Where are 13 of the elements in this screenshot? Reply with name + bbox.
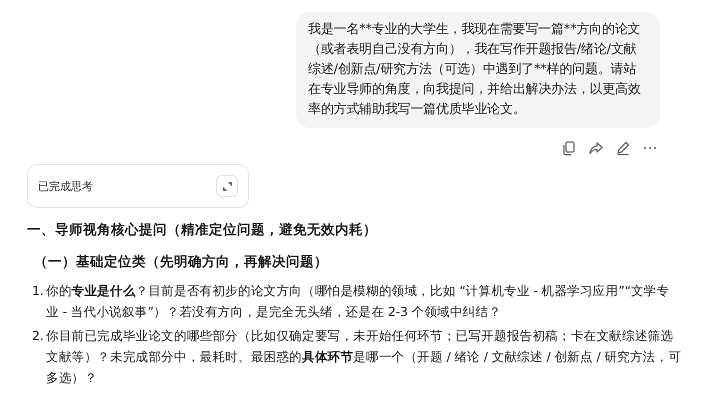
user-message: 我是一名**专业的大学生，我现在需要写一篇**方向的论文（或者表明自己没有方向），我在写作开题报告/绪论/文献综述/创新点/研究方法（可选）中遇到了**样的问题。请站在专业导师的角度，向我提问，并给出解决办法，以更高效率的方式辅助我写一篇优质毕业论文。 <box>296 12 660 128</box>
expand-button[interactable] <box>216 175 238 197</box>
copy-icon[interactable] <box>561 140 577 156</box>
question-text: 你目前已完成毕业论文的哪些部分（比如仅确定要写，未开始任何环节；已写开题报告初稿；卡在文献综述筛选文献等）？未完成部分中，最耗时、最困惑的具体环节是哪一个（开题 / 绪论 / 文献综述 / 创新点 / 研究方法，可多选）？ <box>46 327 682 387</box>
expand-icon <box>222 180 232 192</box>
list-number: 2. <box>32 327 45 345</box>
list-number: 1. <box>32 282 45 300</box>
subsection-heading: （一）基础定位类（先明确方向，再解决问题） <box>34 253 329 272</box>
share-icon[interactable] <box>588 140 604 156</box>
edit-icon[interactable] <box>615 140 631 156</box>
section-heading: 一、导师视角核心提问（精准定位问题，避免无效内耗） <box>27 221 378 240</box>
thinking-status: 已完成思考 <box>38 178 93 194</box>
question-text: 你的专业是什么？目前是否有初步的论文方向（哪怕是模糊的领域，比如 “计算机专业 - 机器学习应用”“文学专业 - 当代小说叙事”）？若没有方向，是完全无头绪，还是在 2-3 个领域中纠结？ <box>46 282 670 321</box>
